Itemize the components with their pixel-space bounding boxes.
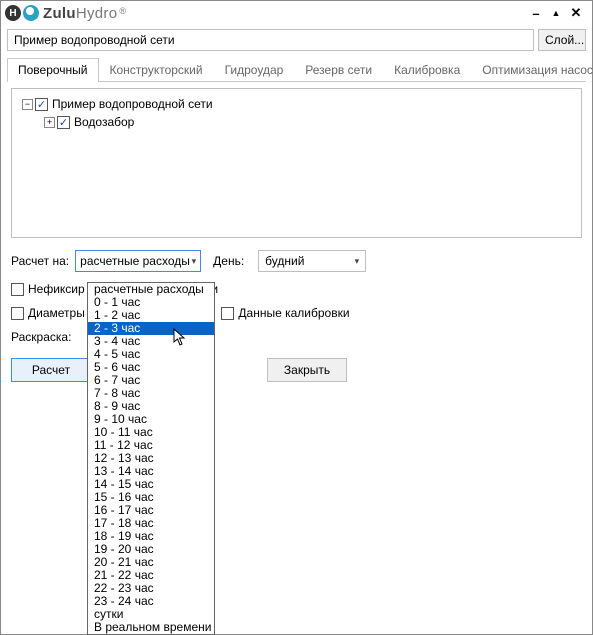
app-icons: H	[5, 5, 39, 21]
network-name-input[interactable]	[7, 29, 534, 51]
maximize-button[interactable]: ▲	[550, 7, 562, 19]
cb-unfixed-label: Нефиксир	[28, 282, 85, 296]
dropdown-option[interactable]: 9 - 10 час	[88, 413, 214, 426]
dropdown-option[interactable]: 11 - 12 час	[88, 439, 214, 452]
tree-root-label[interactable]: Пример водопроводной сети	[52, 97, 213, 111]
calc-label: Расчет на:	[11, 254, 69, 268]
cb-calibration-label: Данные калибровки	[238, 306, 349, 320]
cb-calibration[interactable]	[221, 307, 234, 320]
tab-3[interactable]: Резерв сети	[294, 58, 383, 82]
calc-button[interactable]: Расчет	[11, 358, 91, 382]
cb-unfixed[interactable]	[11, 283, 24, 296]
tab-1[interactable]: Конструкторский	[99, 58, 214, 82]
tree-toggle-child[interactable]: +	[44, 117, 55, 128]
app-title-bold: Zulu	[43, 5, 76, 22]
dropdown-option[interactable]: 0 - 1 час	[88, 296, 214, 309]
dropdown-option[interactable]: 7 - 8 час	[88, 387, 214, 400]
tab-0[interactable]: Поверочный	[7, 58, 99, 82]
dropdown-option[interactable]: 6 - 7 час	[88, 374, 214, 387]
dropdown-option[interactable]: 12 - 13 час	[88, 452, 214, 465]
app-title: ZuluHydro®	[43, 5, 126, 22]
tree-root-row: − ✓ Пример водопроводной сети	[20, 95, 573, 113]
tab-4[interactable]: Калибровка	[383, 58, 471, 82]
h-icon: H	[5, 5, 21, 21]
calc-combo-value: расчетные расходы	[80, 254, 190, 268]
dropdown-option[interactable]: 21 - 22 час	[88, 569, 214, 582]
tab-5[interactable]: Оптимизация насосов	[471, 58, 593, 82]
dropdown-option[interactable]: В реальном времени	[88, 621, 214, 634]
colour-label: Раскраска:	[11, 330, 71, 344]
dropdown-option[interactable]: 4 - 5 час	[88, 348, 214, 361]
close-button[interactable]: ✕	[570, 7, 582, 19]
registered-icon: ®	[119, 6, 126, 16]
chevron-down-icon: ▾	[355, 256, 360, 267]
tree-box: − ✓ Пример водопроводной сети + ✓ Водоза…	[11, 88, 582, 238]
tree-child-label[interactable]: Водозабор	[74, 115, 134, 129]
title-bar: H ZuluHydro® – ▲ ✕	[1, 1, 592, 25]
day-combo[interactable]: будний ▾	[258, 250, 366, 272]
minimize-button[interactable]: –	[530, 7, 542, 19]
dropdown-option[interactable]: 1 - 2 час	[88, 309, 214, 322]
calc-row: Расчет на: расчетные расходы ▾ День: буд…	[11, 250, 582, 272]
window-controls: – ▲ ✕	[530, 7, 588, 19]
calc-dropdown[interactable]: расчетные расходы0 - 1 час1 - 2 час2 - 3…	[87, 282, 215, 635]
dropdown-option[interactable]: 23 - 24 час	[88, 595, 214, 608]
day-label: День:	[213, 254, 244, 268]
dropdown-option[interactable]: сутки	[88, 608, 214, 621]
dropdown-option[interactable]: 20 - 21 час	[88, 556, 214, 569]
day-combo-value: будний	[265, 254, 304, 268]
dropdown-option[interactable]: 19 - 20 час	[88, 543, 214, 556]
dropdown-option[interactable]: 10 - 11 час	[88, 426, 214, 439]
app-title-thin: Hydro	[76, 5, 118, 22]
tree-check-root[interactable]: ✓	[35, 98, 48, 111]
dropdown-option[interactable]: 8 - 9 час	[88, 400, 214, 413]
dropdown-option[interactable]: 15 - 16 час	[88, 491, 214, 504]
tree-child-row: + ✓ Водозабор	[20, 113, 573, 131]
tree-toggle-root[interactable]: −	[22, 99, 33, 110]
tabs: ПоверочныйКонструкторскийГидроударРезерв…	[7, 57, 586, 82]
dropdown-option[interactable]: 5 - 6 час	[88, 361, 214, 374]
dropdown-option[interactable]: 13 - 14 час	[88, 465, 214, 478]
cb-diameters-label: Диаметры	[28, 306, 85, 320]
layer-button[interactable]: Слой...	[538, 29, 586, 51]
calc-combo[interactable]: расчетные расходы ▾	[75, 250, 201, 272]
dropdown-option[interactable]: 16 - 17 час	[88, 504, 214, 517]
dropdown-option[interactable]: 18 - 19 час	[88, 530, 214, 543]
dropdown-option[interactable]: 22 - 23 час	[88, 582, 214, 595]
tree-check-child[interactable]: ✓	[57, 116, 70, 129]
dropdown-option[interactable]: 3 - 4 час	[88, 335, 214, 348]
dropdown-option[interactable]: 17 - 18 час	[88, 517, 214, 530]
dropdown-option[interactable]: 14 - 15 час	[88, 478, 214, 491]
close-dialog-button[interactable]: Закрыть	[267, 358, 347, 382]
network-row: Слой...	[1, 25, 592, 55]
cb-diameters[interactable]	[11, 307, 24, 320]
tab-2[interactable]: Гидроудар	[214, 58, 295, 82]
droplet-icon	[23, 5, 39, 21]
chevron-down-icon: ▾	[192, 256, 197, 267]
dropdown-option[interactable]: расчетные расходы	[88, 283, 214, 296]
dropdown-option[interactable]: 2 - 3 час	[88, 322, 214, 335]
